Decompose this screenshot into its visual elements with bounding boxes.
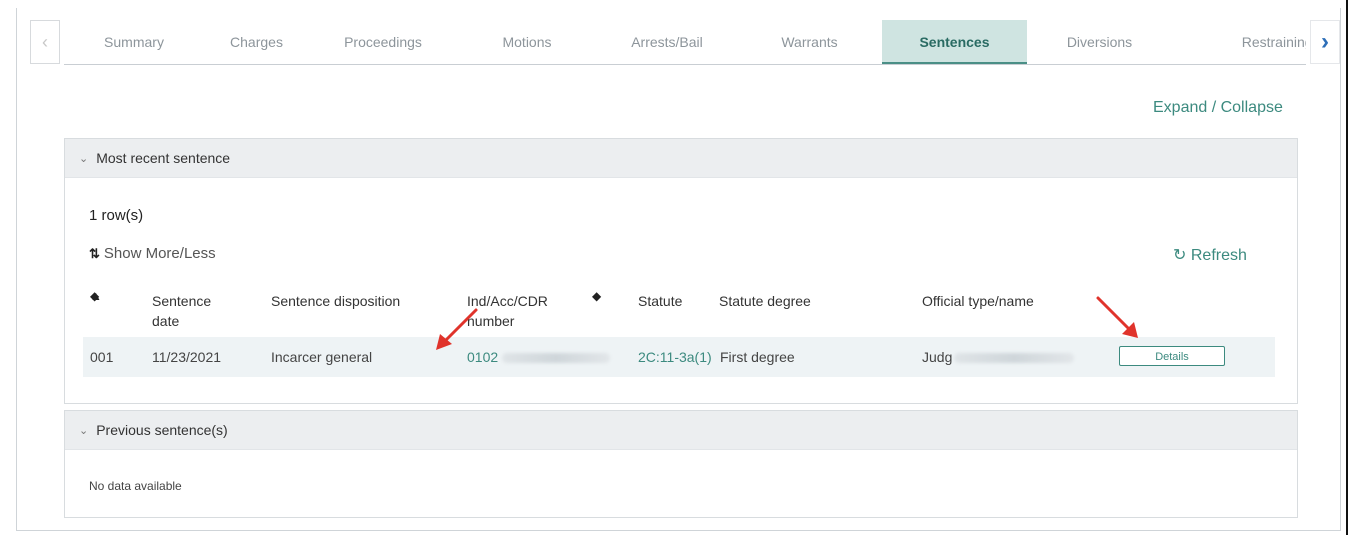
cell-sequence: 001 (90, 349, 114, 365)
refresh-icon: ↻ (1173, 247, 1187, 264)
previous-sentence-header[interactable]: ⌄ Previous sentence(s) (65, 411, 1297, 450)
chevron-right-icon: › (1321, 28, 1329, 55)
tab-motions[interactable]: Motions (457, 20, 597, 64)
tab-bar: ‹ Summary Charges Proceedings Motions Ar… (30, 20, 1340, 66)
tab-sentences[interactable]: Sentences (882, 20, 1027, 64)
panel-title: Most recent sentence (96, 150, 231, 166)
tab-strip: Summary Charges Proceedings Motions Arre… (64, 20, 1306, 65)
refresh-label: Refresh (1190, 247, 1247, 264)
tab-summary[interactable]: Summary (64, 20, 204, 64)
cell-sentence-disposition: Incarcer general (271, 349, 373, 365)
column-header-sentence-disposition: Sentence disposition (271, 293, 401, 309)
cell-sentence-date: 11/23/2021 (152, 349, 222, 365)
ind-acc-number-text: 0102 (467, 349, 499, 365)
tab-proceedings[interactable]: Proceedings (309, 20, 457, 64)
row-count: 1 row(s) (89, 207, 144, 224)
window-edge (1346, 0, 1348, 535)
no-data-message: No data available (89, 479, 182, 493)
table-row: 001 11/23/2021 Incarcer general 0102 2C:… (83, 337, 1275, 377)
column-header-sentence-date: Sentence date (152, 293, 212, 329)
show-more-less-label: Show More/Less (103, 245, 216, 262)
column-header-ind-acc-cdr-number: Ind/Acc/CDR number (467, 293, 548, 329)
cell-statute[interactable]: 2C:11-3a(1) (638, 337, 712, 377)
details-button[interactable]: Details (1119, 346, 1225, 366)
chevron-left-icon: ‹ (42, 31, 48, 52)
cell-statute-degree: First degree (720, 349, 795, 365)
tab-warrants[interactable]: Warrants (737, 20, 882, 64)
chevron-down-icon: ⌄ (79, 424, 89, 437)
column-header-statute-degree: Statute degree (719, 293, 811, 309)
official-name-text: Judg (922, 349, 953, 365)
tab-diversions[interactable]: Diversions (1027, 20, 1172, 64)
refresh-button[interactable]: ↻ Refresh (1173, 245, 1247, 265)
previous-sentence-panel: ⌄ Previous sentence(s) No data available (64, 410, 1298, 518)
tab-arrests-bail[interactable]: Arrests/Bail (597, 20, 737, 64)
show-more-less-toggle[interactable]: ⇅ Show More/Less (89, 245, 216, 262)
sort-icon-ind-acc[interactable]: ◆ (592, 289, 601, 303)
cell-ind-acc-cdr-number[interactable]: 0102 (467, 337, 611, 377)
cell-official-type-name: Judg (922, 337, 1075, 377)
expand-collapse-link[interactable]: Expand / Collapse (1153, 99, 1283, 117)
redacted-region (502, 353, 611, 364)
most-recent-sentence-header[interactable]: ⌄ Most recent sentence (65, 139, 1297, 178)
column-header-official-type-name: Official type/name (922, 293, 1034, 309)
sort-icon-seq[interactable]: ◆ (90, 289, 99, 303)
most-recent-sentence-panel: ⌄ Most recent sentence 1 row(s) ⇅ Show Mo… (64, 138, 1298, 404)
tab-scroll-left-button[interactable]: ‹ (30, 20, 60, 64)
panel-title: Previous sentence(s) (96, 422, 228, 438)
sort-arrows-icon: ⇅ (89, 246, 100, 261)
redacted-region (954, 353, 1075, 364)
tab-scroll-right-button[interactable]: › (1310, 20, 1340, 64)
chevron-down-icon: ⌄ (79, 152, 89, 165)
column-header-statute: Statute (638, 293, 683, 309)
tab-charges[interactable]: Charges (204, 20, 309, 64)
tab-restraining-orders[interactable]: Restraining Or (1172, 20, 1306, 64)
